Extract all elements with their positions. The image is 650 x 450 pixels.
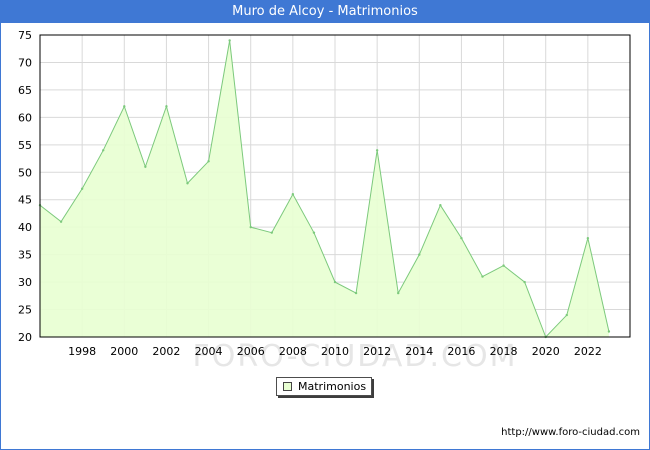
legend-swatch (283, 382, 292, 391)
data-point (565, 313, 568, 317)
y-tick-label: 70 (18, 56, 32, 69)
legend-label: Matrimonios (298, 380, 367, 393)
x-tick-label: 2008 (279, 345, 307, 358)
data-point (228, 39, 231, 42)
data-point (144, 165, 147, 168)
data-point (607, 330, 611, 333)
data-point (418, 253, 421, 256)
x-tick-label: 1998 (68, 345, 96, 358)
y-tick-label: 35 (18, 249, 32, 262)
data-point (102, 149, 105, 152)
y-tick-label: 55 (18, 139, 32, 152)
data-point (80, 187, 84, 190)
data-point (123, 105, 126, 108)
x-tick-label: 2012 (363, 345, 391, 358)
x-tick-label: 2006 (237, 345, 265, 358)
data-point (165, 105, 168, 108)
x-tick-label: 2010 (321, 345, 349, 358)
data-point (291, 193, 295, 196)
data-point (481, 275, 484, 278)
x-tick-label: 2022 (574, 345, 602, 358)
y-tick-label: 75 (18, 29, 32, 42)
y-tick-label: 65 (18, 84, 32, 97)
data-point (249, 225, 252, 229)
data-point (333, 280, 337, 284)
data-point (312, 231, 316, 234)
x-tick-label: 2002 (152, 345, 180, 358)
x-tick-label: 2018 (490, 345, 518, 358)
data-point (375, 149, 379, 152)
data-point (186, 182, 189, 185)
x-tick-label: 2004 (195, 345, 223, 358)
y-tick-label: 25 (18, 304, 32, 317)
data-point (523, 280, 526, 284)
y-tick-label: 30 (18, 276, 32, 289)
y-tick-label: 45 (18, 194, 32, 207)
x-tick-label: 2016 (447, 345, 475, 358)
data-point (397, 291, 400, 295)
data-point (502, 264, 505, 267)
y-tick-label: 60 (18, 111, 32, 124)
legend: Matrimonios (276, 377, 372, 396)
x-tick-label: 2014 (405, 345, 433, 358)
data-point (586, 236, 590, 240)
y-tick-label: 20 (18, 331, 32, 344)
x-tick-label: 2020 (532, 345, 560, 358)
y-tick-label: 50 (18, 166, 32, 179)
data-point (207, 160, 210, 163)
data-point (439, 204, 442, 207)
y-tick-label: 40 (18, 221, 32, 234)
x-tick-label: 2000 (110, 345, 138, 358)
data-point (354, 291, 358, 295)
source-credit: http://www.foro-ciudad.com (501, 427, 640, 438)
data-point (59, 220, 63, 223)
data-point (460, 236, 463, 240)
data-point (270, 231, 273, 234)
